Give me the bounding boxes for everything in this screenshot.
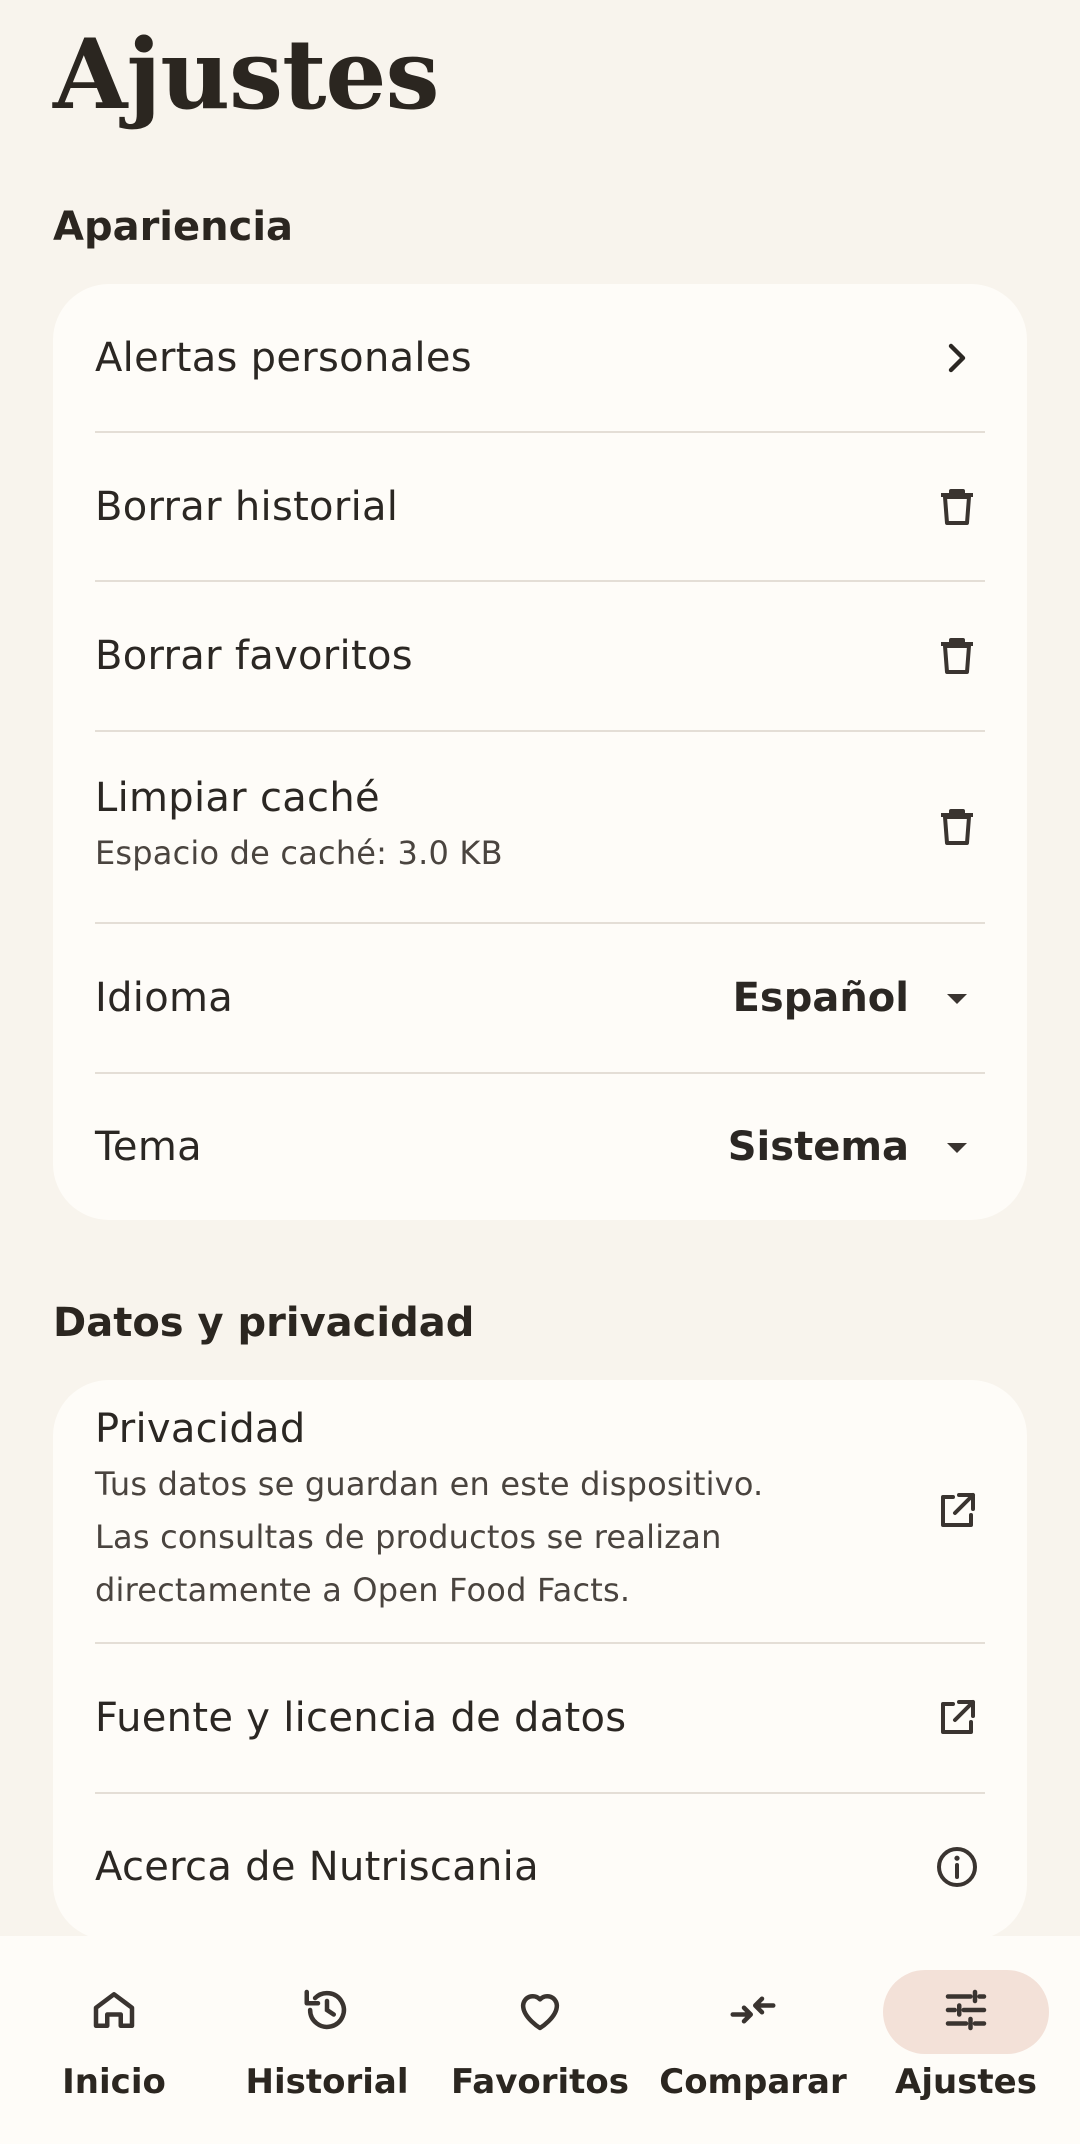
section-title-data-privacy: Datos y privacidad	[53, 1300, 475, 1346]
tune-icon	[939, 1983, 993, 2041]
theme-row[interactable]: Tema Sistema	[53, 1074, 1027, 1220]
page-title: Ajustes	[53, 18, 440, 131]
trash-icon[interactable]	[929, 799, 985, 855]
language-value: Español	[732, 975, 909, 1021]
alerts-label: Alertas personales	[95, 335, 472, 381]
clear-favorites-row[interactable]: Borrar favoritos	[53, 582, 1027, 730]
nav-label-favoritos: Favoritos	[451, 2062, 629, 2102]
nav-item-inicio[interactable]: Inicio	[8, 1936, 220, 2144]
clear-cache-row[interactable]: Limpiar caché Espacio de caché: 3.0 KB	[53, 732, 1027, 922]
heart-icon	[513, 1983, 567, 2041]
privacy-description-line3: directamente a Open Food Facts.	[95, 1570, 631, 1609]
theme-dropdown[interactable]: Sistema	[728, 1119, 985, 1175]
nav-item-favoritos[interactable]: Favoritos	[434, 1936, 646, 2144]
about-row[interactable]: Acerca de Nutriscania	[53, 1794, 1027, 1940]
privacy-row[interactable]: Privacidad Tus datos se guardan en este …	[53, 1380, 1027, 1642]
nav-label-historial: Historial	[245, 2062, 409, 2102]
alerts-row[interactable]: Alertas personales	[53, 284, 1027, 432]
cache-size-text: Espacio de caché: 3.0 KB	[95, 833, 503, 872]
about-label: Acerca de Nutriscania	[95, 1844, 539, 1890]
privacy-description-line1: Tus datos se guardan en este dispositivo…	[95, 1464, 764, 1503]
source-license-label: Fuente y licencia de datos	[95, 1695, 627, 1741]
dropdown-arrow-icon	[929, 970, 985, 1026]
compare-icon	[726, 1983, 780, 2041]
home-icon	[87, 1983, 141, 2041]
section-title-appearance: Apariencia	[53, 204, 294, 250]
nav-item-comparar[interactable]: Comparar	[647, 1936, 859, 2144]
history-icon	[300, 1983, 354, 2041]
nav-item-ajustes[interactable]: Ajustes	[860, 1936, 1072, 2144]
clear-favorites-label: Borrar favoritos	[95, 633, 413, 679]
clear-history-label: Borrar historial	[95, 484, 399, 530]
dropdown-arrow-icon	[929, 1119, 985, 1175]
open-external-icon[interactable]	[929, 1690, 985, 1746]
clear-cache-label: Limpiar caché	[95, 774, 380, 821]
bottom-nav: Inicio Historial Favoritos Comparar Ajus…	[0, 1936, 1080, 2144]
nav-label-comparar: Comparar	[659, 2062, 847, 2102]
theme-value: Sistema	[727, 1124, 909, 1170]
language-dropdown[interactable]: Español	[733, 970, 985, 1026]
chevron-right-icon	[929, 330, 985, 386]
clear-history-row[interactable]: Borrar historial	[53, 433, 1027, 581]
info-icon[interactable]	[929, 1839, 985, 1895]
theme-label: Tema	[95, 1124, 202, 1170]
privacy-description-line2: Las consultas de productos se realizan	[95, 1517, 722, 1556]
trash-icon[interactable]	[929, 628, 985, 684]
source-license-row[interactable]: Fuente y licencia de datos	[53, 1644, 1027, 1792]
appearance-card: Alertas personales Borrar historial Borr…	[53, 284, 1027, 1220]
trash-icon[interactable]	[929, 479, 985, 535]
privacy-label: Privacidad	[95, 1405, 306, 1452]
data-privacy-card: Privacidad Tus datos se guardan en este …	[53, 1380, 1027, 1940]
language-row[interactable]: Idioma Español	[53, 924, 1027, 1072]
nav-label-inicio: Inicio	[62, 2062, 166, 2102]
language-label: Idioma	[95, 975, 234, 1021]
nav-label-ajustes: Ajustes	[895, 2062, 1037, 2102]
open-external-icon[interactable]	[929, 1483, 985, 1539]
nav-item-historial[interactable]: Historial	[221, 1936, 433, 2144]
